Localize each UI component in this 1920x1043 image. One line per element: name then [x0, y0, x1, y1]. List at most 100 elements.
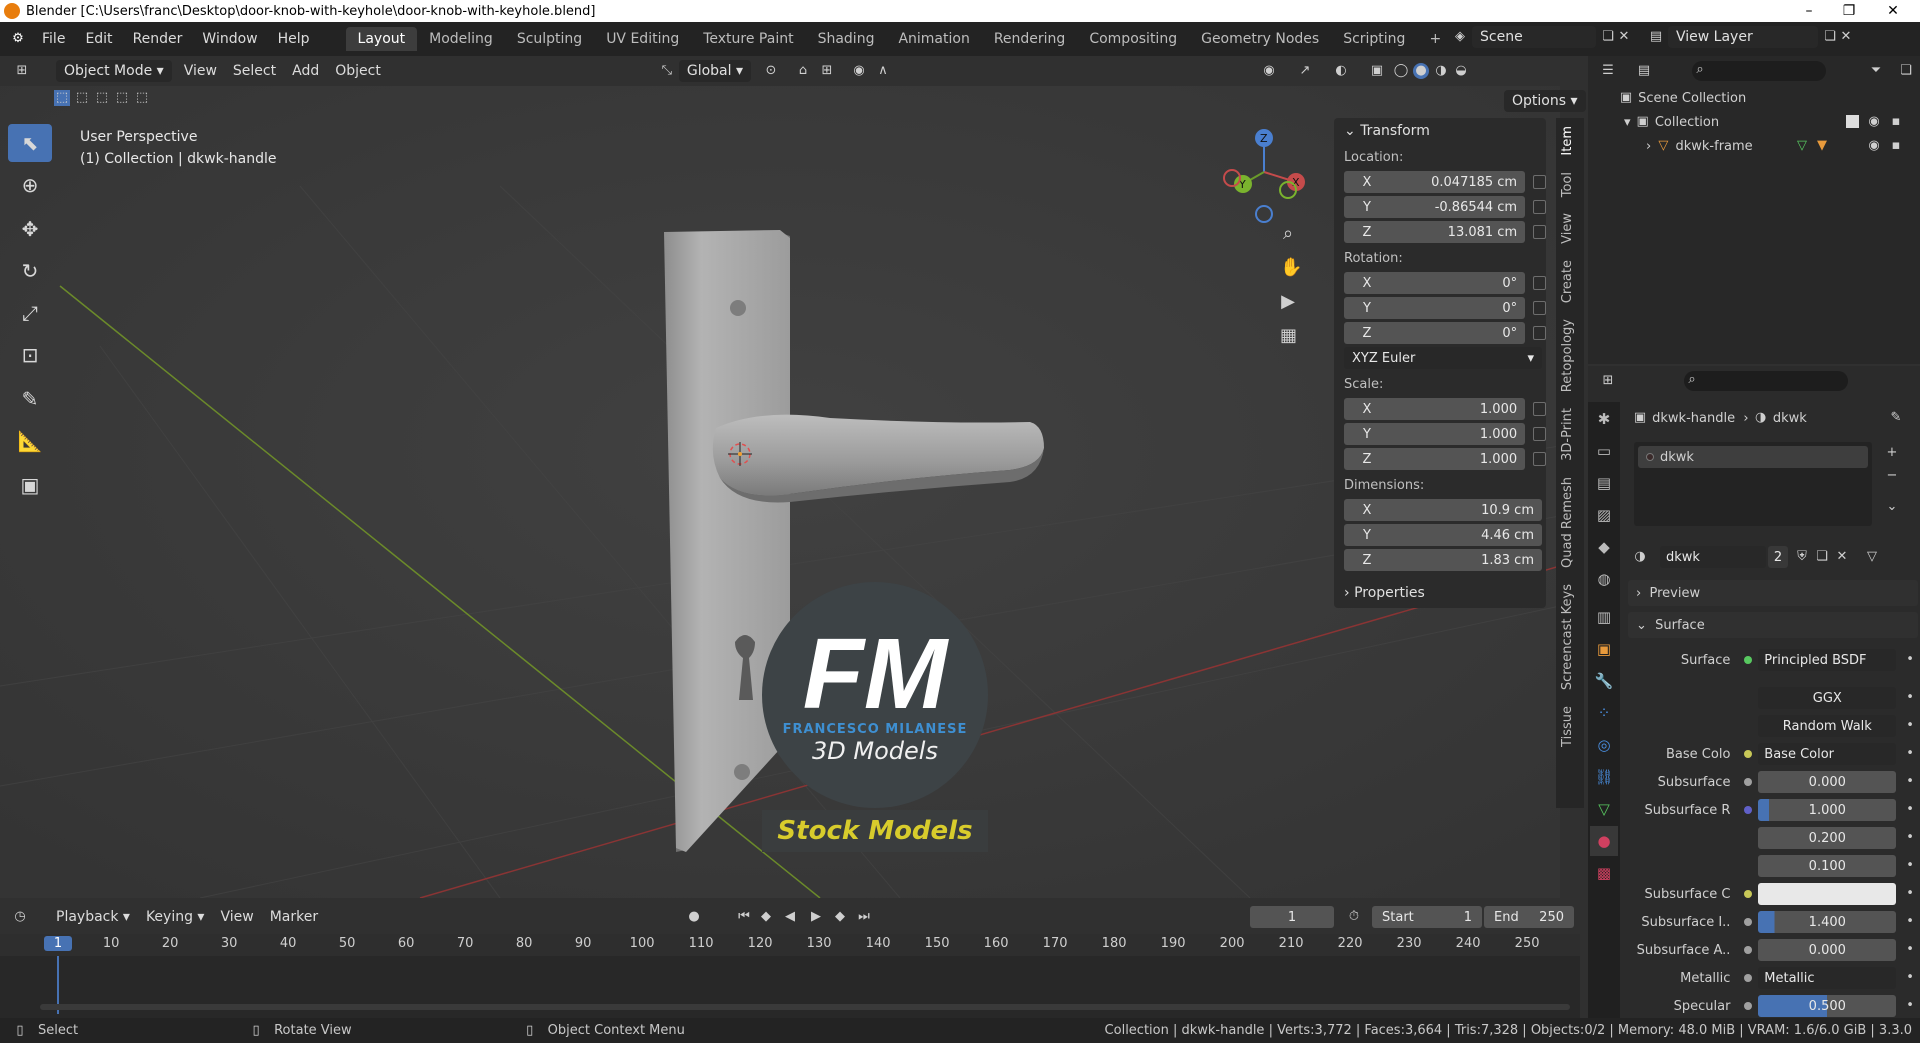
start-frame-field[interactable]: Start 1	[1372, 906, 1482, 928]
tab-sculpting[interactable]: Sculpting	[505, 27, 594, 51]
xray-icon[interactable]: ▣	[1369, 63, 1385, 79]
filter-icon[interactable]: ⏷	[1868, 63, 1884, 79]
select-subtract-icon[interactable]: ⬚	[94, 90, 110, 106]
new-view-layer-icon[interactable]: ❏	[1822, 29, 1838, 45]
scene-selector[interactable]: Scene	[1472, 26, 1596, 48]
physics-props-icon[interactable]: ◎	[1590, 730, 1618, 760]
camera-icon[interactable]: ▶	[1280, 293, 1296, 311]
property-value-field[interactable]: Metallic	[1758, 967, 1897, 989]
stopwatch-icon[interactable]: ⏱	[1346, 909, 1362, 925]
orientation-selector[interactable]: Global ▾	[678, 60, 751, 82]
keyframe-dot-icon[interactable]: •	[1902, 652, 1918, 668]
dimensions-z-field[interactable]: Z 1.83 cm	[1344, 549, 1542, 571]
property-value-field[interactable]: Principled BSDF	[1758, 649, 1897, 671]
property-value-field[interactable]: Random Walk	[1758, 715, 1897, 737]
property-value-field[interactable]: 0.500	[1758, 995, 1897, 1017]
dimensions-x-field[interactable]: X 10.9 cm	[1344, 499, 1542, 521]
socket-icon[interactable]	[1744, 750, 1753, 758]
scene-icon[interactable]: ◈	[1452, 29, 1468, 45]
menu-object[interactable]: Object	[327, 60, 389, 82]
prev-keyframe-icon[interactable]: ◆	[758, 909, 774, 925]
rotation-y-field[interactable]: Y 0°	[1344, 297, 1526, 319]
property-value-field[interactable]: 0.000	[1758, 939, 1897, 961]
add-workspace-icon[interactable]: +	[1417, 27, 1453, 51]
scale-x-field[interactable]: X 1.000	[1344, 398, 1526, 420]
play-reverse-icon[interactable]: ◀	[782, 909, 798, 925]
shading-solid-icon[interactable]: ●	[1413, 63, 1429, 79]
rotation-x-field[interactable]: X 0°	[1344, 272, 1526, 294]
unlink-material-icon[interactable]: ✕	[1834, 549, 1850, 565]
lock-icon[interactable]	[1533, 452, 1546, 466]
next-keyframe-icon[interactable]: ◆	[832, 909, 848, 925]
scene-collection-row[interactable]: ▣ Scene Collection	[1588, 86, 1920, 110]
tab-compositing[interactable]: Compositing	[1077, 27, 1189, 51]
socket-icon[interactable]	[1744, 1002, 1753, 1010]
tab-rendering[interactable]: Rendering	[982, 27, 1078, 51]
tab-layout[interactable]: Layout	[345, 27, 418, 51]
surface-panel-header[interactable]: ⌄ Surface	[1628, 612, 1918, 638]
scale-tool-icon[interactable]: ⤢	[8, 294, 52, 332]
keyframe-dot-icon[interactable]: •	[1902, 718, 1918, 734]
select-intersect-icon[interactable]: ⬚	[134, 90, 150, 106]
socket-icon[interactable]	[1744, 862, 1752, 870]
add-cube-tool-icon[interactable]: ▣	[8, 466, 52, 504]
menu-edit[interactable]: Edit	[75, 31, 122, 47]
display-mode-icon[interactable]: ▤	[1636, 63, 1652, 79]
shading-rendered-icon[interactable]: ◒	[1453, 63, 1469, 79]
menu-select[interactable]: Select	[225, 60, 284, 82]
material-name-field[interactable]: dkwk	[1660, 546, 1766, 568]
current-frame-field[interactable]: 1	[1250, 906, 1334, 928]
socket-icon[interactable]	[1744, 806, 1753, 814]
render-camera-icon[interactable]: ▪	[1888, 114, 1904, 130]
modifier-props-icon[interactable]: 🔧	[1590, 666, 1618, 696]
property-value-field[interactable]: 0.100	[1758, 855, 1897, 877]
record-icon[interactable]: ●	[686, 909, 702, 925]
mode-selector[interactable]: Object Mode ▾	[56, 60, 172, 82]
jump-start-icon[interactable]: ⏮	[736, 909, 752, 925]
tab-shading[interactable]: Shading	[806, 27, 887, 51]
tab-item[interactable]: Item	[1556, 118, 1579, 164]
3d-viewport[interactable]: Z X Y User Perspective (1) Collection | …	[0, 86, 1560, 898]
socket-icon[interactable]	[1744, 778, 1753, 786]
blender-menu-icon[interactable]: ⚙	[10, 31, 26, 47]
gizmo-icon[interactable]: ↗	[1297, 63, 1313, 79]
pivot-icon[interactable]: ⊙	[763, 63, 779, 79]
exclude-checkbox[interactable]	[1846, 115, 1859, 128]
eye-icon[interactable]: ◉	[1866, 114, 1882, 130]
object-props-icon[interactable]: ▣	[1590, 634, 1618, 664]
scale-y-field[interactable]: Y 1.000	[1344, 423, 1526, 445]
select-invert-icon[interactable]: ⬚	[114, 90, 130, 106]
menu-add[interactable]: Add	[284, 60, 327, 82]
visibility-icon[interactable]: ◉	[1261, 63, 1277, 79]
tab-quad-remesh[interactable]: Quad Remesh	[1556, 469, 1579, 576]
cursor-tool-icon[interactable]: ⊕	[8, 166, 52, 204]
view-layer-selector[interactable]: View Layer	[1668, 26, 1818, 48]
outliner-search-input[interactable]: ⌕	[1692, 61, 1826, 81]
marker-menu[interactable]: Marker	[262, 906, 326, 928]
remove-slot-icon[interactable]: −	[1884, 468, 1900, 484]
tab-texture-paint[interactable]: Texture Paint	[691, 27, 805, 51]
lock-icon[interactable]	[1533, 427, 1546, 441]
jump-end-icon[interactable]: ⏭	[856, 909, 872, 925]
property-value-field[interactable]: Base Color	[1758, 743, 1897, 765]
menu-file[interactable]: File	[32, 31, 75, 47]
rotation-z-field[interactable]: Z 0°	[1344, 322, 1526, 344]
snap-target-icon[interactable]: ⊞	[819, 63, 835, 79]
transform-orientation-icon[interactable]: ⤡	[659, 63, 675, 79]
keyframe-dot-icon[interactable]: •	[1902, 830, 1918, 846]
select-box-tool-icon[interactable]: ⬉	[8, 124, 52, 162]
keyframe-dot-icon[interactable]: •	[1902, 886, 1918, 902]
tab-tool[interactable]: Tool	[1556, 164, 1579, 205]
tab-retopology[interactable]: Retopology	[1556, 311, 1579, 400]
keyframe-dot-icon[interactable]: •	[1902, 970, 1918, 986]
end-frame-field[interactable]: End 250	[1484, 906, 1574, 928]
lock-icon[interactable]	[1533, 276, 1546, 290]
constraints-props-icon[interactable]: ⛓	[1590, 762, 1618, 792]
timeline-area[interactable]: 1 10 20 30 40 50 60 70 80 90 100 110 120 130 140 150 160…	[0, 934, 1580, 1018]
socket-icon[interactable]	[1744, 834, 1752, 842]
tab-modeling[interactable]: Modeling	[417, 27, 505, 51]
grid-view-icon[interactable]: ▦	[1280, 327, 1297, 345]
socket-icon[interactable]	[1744, 890, 1753, 898]
annotate-tool-icon[interactable]: ✎	[8, 380, 52, 418]
keyframe-dot-icon[interactable]: •	[1902, 858, 1918, 874]
